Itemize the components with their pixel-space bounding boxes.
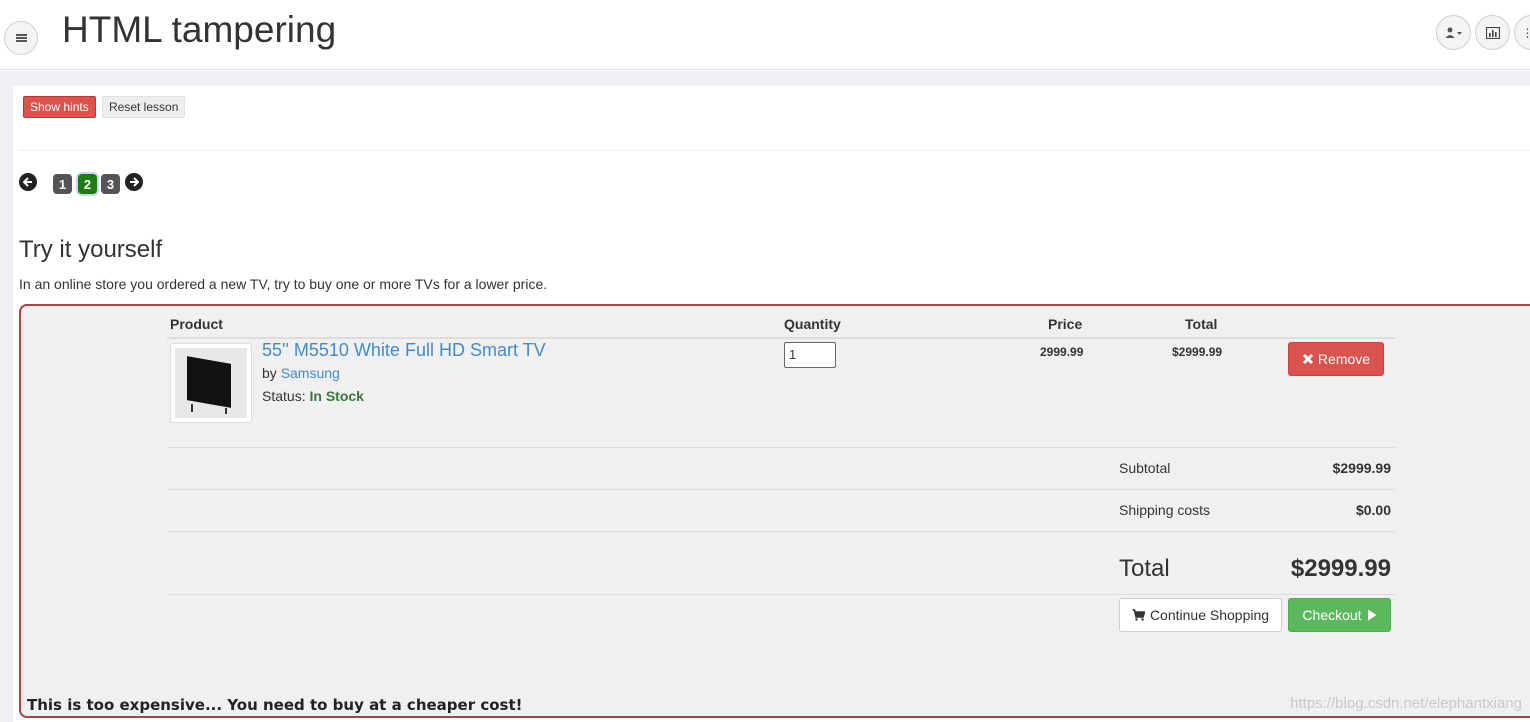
arrow-right-icon (130, 177, 139, 187)
shipping-label: Shipping costs (1119, 502, 1211, 518)
more-options-button[interactable]: ⋮ (1514, 15, 1530, 50)
brand-prefix: by (262, 365, 277, 381)
more-icon: ⋮ (1521, 25, 1530, 40)
page-2-button[interactable]: 2 (78, 174, 97, 194)
item-divider (167, 447, 1395, 448)
remove-label: Remove (1317, 351, 1371, 367)
product-status: Status: In Stock (262, 388, 364, 404)
page-1-button[interactable]: 1 (53, 174, 72, 194)
feedback-message: This is too expensive... You need to buy… (27, 696, 523, 714)
arrow-left-icon (23, 177, 32, 187)
watermark-text: https://blog.csdn.net/elephantxiang (1290, 695, 1522, 712)
continue-shopping-button[interactable]: Continue Shopping (1119, 598, 1282, 632)
page-3-button[interactable]: 3 (101, 174, 120, 194)
divider (19, 150, 1530, 151)
product-name-link[interactable]: 55'' M5510 White Full HD Smart TV (262, 340, 546, 361)
section-description: In an online store you ordered a new TV,… (19, 276, 548, 292)
next-page-button[interactable] (125, 173, 143, 191)
subtotal-divider (167, 489, 1395, 490)
status-badge: In Stock (309, 388, 364, 404)
hamburger-icon (15, 34, 27, 42)
subtotal-value: $2999.99 (1332, 460, 1391, 476)
brand-link[interactable]: Samsung (281, 365, 340, 381)
show-hints-button[interactable]: Show hints (23, 96, 96, 118)
remove-item-button[interactable]: Remove (1288, 342, 1384, 376)
app-header: HTML tampering ⋮ (0, 0, 1530, 70)
shipping-value: $0.00 (1355, 502, 1391, 518)
page-title: HTML tampering (62, 9, 337, 50)
bar-chart-icon (1485, 26, 1500, 39)
close-icon (1302, 353, 1313, 365)
column-header-total: Total (1185, 316, 1218, 332)
status-prefix: Status: (262, 388, 306, 404)
column-header-quantity: Quantity (784, 316, 841, 332)
checkout-label: Checkout (1302, 607, 1362, 623)
total-value: $2999.99 (1290, 555, 1391, 582)
product-thumbnail[interactable] (170, 343, 252, 423)
total-label: Total (1119, 555, 1170, 582)
report-card-button[interactable] (1475, 15, 1510, 50)
play-icon (1367, 609, 1377, 621)
column-header-product: Product (170, 316, 223, 332)
shopping-cart-icon (1132, 609, 1145, 621)
line-total: $2999.99 (1172, 345, 1223, 359)
table-header-divider (167, 337, 1395, 339)
menu-toggle-button[interactable] (4, 21, 38, 55)
previous-page-button[interactable] (19, 173, 37, 191)
user-menu-button[interactable] (1436, 15, 1471, 50)
column-header-price: Price (1048, 316, 1083, 332)
reset-lesson-button[interactable]: Reset lesson (102, 96, 186, 118)
continue-shopping-label: Continue Shopping (1149, 607, 1270, 623)
user-dropdown-icon (1445, 27, 1462, 38)
total-divider (167, 594, 1395, 595)
product-brand: by Samsung (262, 365, 340, 381)
section-title: Try it yourself (19, 236, 163, 263)
tv-image (175, 348, 247, 418)
subtotal-label: Subtotal (1119, 460, 1171, 476)
unit-price: 2999.99 (1040, 345, 1084, 359)
quantity-input[interactable]: 1 (784, 342, 836, 368)
shipping-divider (167, 531, 1395, 532)
checkout-button[interactable]: Checkout (1288, 598, 1391, 632)
